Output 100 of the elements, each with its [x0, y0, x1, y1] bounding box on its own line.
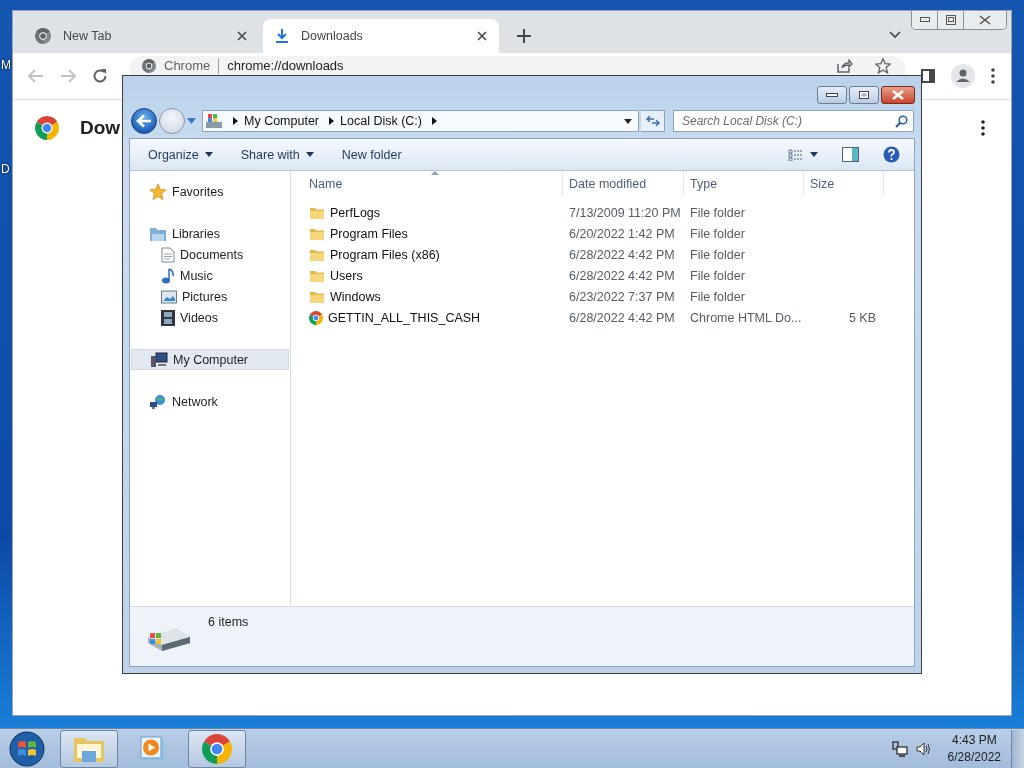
- restore-icon: [945, 15, 956, 25]
- folder-icon: [309, 289, 325, 304]
- table-cell: 5 KB: [848, 310, 876, 325]
- file-name[interactable]: Program Files (x86): [330, 247, 440, 262]
- chevron-icon[interactable]: [432, 117, 437, 125]
- share-icon[interactable]: [837, 58, 853, 73]
- maximize-button[interactable]: [938, 11, 964, 29]
- url-text: chrome://downloads: [227, 58, 344, 73]
- minimize-button[interactable]: [912, 11, 938, 29]
- folder-icon: [309, 205, 325, 220]
- bookmark-star-icon[interactable]: [875, 57, 891, 74]
- close-icon[interactable]: [237, 31, 247, 41]
- chrome-logo-icon: [202, 733, 232, 764]
- table-cell-text: File folder: [689, 247, 746, 262]
- network-icon[interactable]: [891, 740, 908, 757]
- minimize-button[interactable]: [817, 86, 847, 104]
- column-header[interactable]: Size: [804, 171, 884, 196]
- close-icon: [892, 90, 904, 100]
- minimize-icon: [826, 92, 838, 98]
- table-cell-text: 6/28/2022 4:42 PM: [568, 310, 676, 325]
- view-options-icon[interactable]: [788, 148, 804, 161]
- close-icon: [979, 15, 991, 25]
- taskbar-button[interactable]: [60, 729, 118, 768]
- desktop-icon-label[interactable]: D: [1, 162, 10, 176]
- column-header[interactable]: Type: [684, 171, 804, 196]
- desktop-icon-label[interactable]: M: [1, 58, 11, 72]
- search-icon: [895, 115, 908, 128]
- nav-item[interactable]: Pictures: [131, 286, 289, 307]
- profile-icon[interactable]: [951, 64, 975, 88]
- nav-item[interactable]: Favorites: [131, 181, 289, 202]
- toolbar-button[interactable]: New folder: [333, 143, 410, 166]
- preview-pane-icon[interactable]: [842, 147, 859, 162]
- table-cell-text: File folder: [689, 226, 746, 241]
- maximize-button[interactable]: [849, 86, 879, 104]
- breadcrumb-item[interactable]: My Computer: [244, 114, 320, 128]
- minimize-icon: [919, 17, 930, 23]
- chrome-logo-icon: [35, 28, 51, 44]
- browser-tab[interactable]: New Tab: [23, 19, 259, 53]
- folder-icon: [309, 247, 325, 262]
- close-icon[interactable]: [477, 31, 487, 41]
- table-cell-text: 6/20/2022 1:42 PM: [568, 226, 676, 241]
- side-panel-icon[interactable]: [921, 69, 935, 83]
- clock-time[interactable]: 4:43 PM: [951, 731, 997, 749]
- address-bar[interactable]: Chrome chrome://downloads: [130, 56, 905, 75]
- nav-item[interactable]: Network: [131, 391, 289, 412]
- caret-icon: [305, 152, 314, 157]
- column-header[interactable]: Date modified: [563, 171, 684, 196]
- computer-icon: [150, 351, 168, 368]
- start-button[interactable]: [9, 730, 45, 767]
- search-field[interactable]: Search Local Disk (C:): [673, 110, 914, 132]
- breadcrumb-item[interactable]: Local Disk (C:): [340, 114, 422, 128]
- file-name[interactable]: GETTIN_ALL_THIS_CASH: [328, 310, 481, 325]
- nav-item[interactable]: My Computer: [131, 349, 289, 370]
- close-button[interactable]: [881, 86, 915, 104]
- chevron-icon[interactable]: [329, 117, 335, 125]
- caret-icon: [204, 152, 213, 157]
- reload-icon[interactable]: [92, 68, 108, 84]
- chrome-logo-icon: [309, 310, 323, 325]
- file-name[interactable]: Windows: [330, 289, 381, 304]
- computer-icon: [205, 113, 223, 129]
- table-cell-text: Chrome HTML Do...: [689, 310, 803, 325]
- chrome-logo-icon: [35, 116, 59, 140]
- dropdown-caret-icon[interactable]: [624, 118, 632, 124]
- toolbar-button[interactable]: Share with: [232, 143, 322, 166]
- refresh-button[interactable]: [641, 110, 665, 132]
- nav-item[interactable]: Documents: [131, 244, 289, 265]
- origin-label: Chrome: [164, 58, 211, 73]
- more-options-icon[interactable]: [981, 120, 985, 136]
- table-cell-text: 6/28/2022 4:42 PM: [568, 268, 676, 283]
- dropdown-caret-icon[interactable]: [810, 152, 818, 157]
- menu-icon[interactable]: [991, 68, 995, 84]
- back-button[interactable]: [131, 108, 157, 134]
- history-caret-icon[interactable]: [187, 118, 196, 124]
- browser-tab[interactable]: Downloads: [263, 19, 499, 53]
- column-header[interactable]: Name: [291, 171, 563, 196]
- media-player-icon: [140, 735, 166, 762]
- table-cell-text: 6/23/2022 7:37 PM: [568, 289, 676, 304]
- file-name[interactable]: Users: [330, 268, 363, 283]
- network-icon: [149, 393, 167, 410]
- tab-search-icon[interactable]: [889, 31, 901, 39]
- back-arrow-icon: [136, 114, 152, 128]
- toolbar-button[interactable]: Organize: [140, 143, 221, 166]
- new-tab-icon[interactable]: [517, 29, 531, 43]
- address-bar[interactable]: My Computer Local Disk (C:): [202, 110, 639, 132]
- taskbar-button[interactable]: [188, 729, 246, 768]
- page-title: Dow: [80, 117, 121, 139]
- volume-icon[interactable]: [915, 741, 932, 756]
- library-icon: [149, 225, 167, 242]
- nav-item[interactable]: Libraries: [131, 223, 289, 244]
- help-icon[interactable]: [883, 146, 900, 163]
- nav-item[interactable]: Music: [131, 265, 289, 286]
- file-name[interactable]: Program Files: [330, 226, 408, 241]
- picture-icon: [161, 289, 177, 304]
- file-name[interactable]: PerfLogs: [330, 205, 381, 220]
- document-icon: [161, 246, 175, 263]
- chevron-icon[interactable]: [233, 117, 238, 125]
- close-button[interactable]: [964, 11, 1006, 29]
- table-cell-text: File folder: [689, 268, 746, 283]
- clock-date[interactable]: 6/28/2022: [947, 748, 1001, 766]
- nav-item[interactable]: Videos: [131, 307, 289, 328]
